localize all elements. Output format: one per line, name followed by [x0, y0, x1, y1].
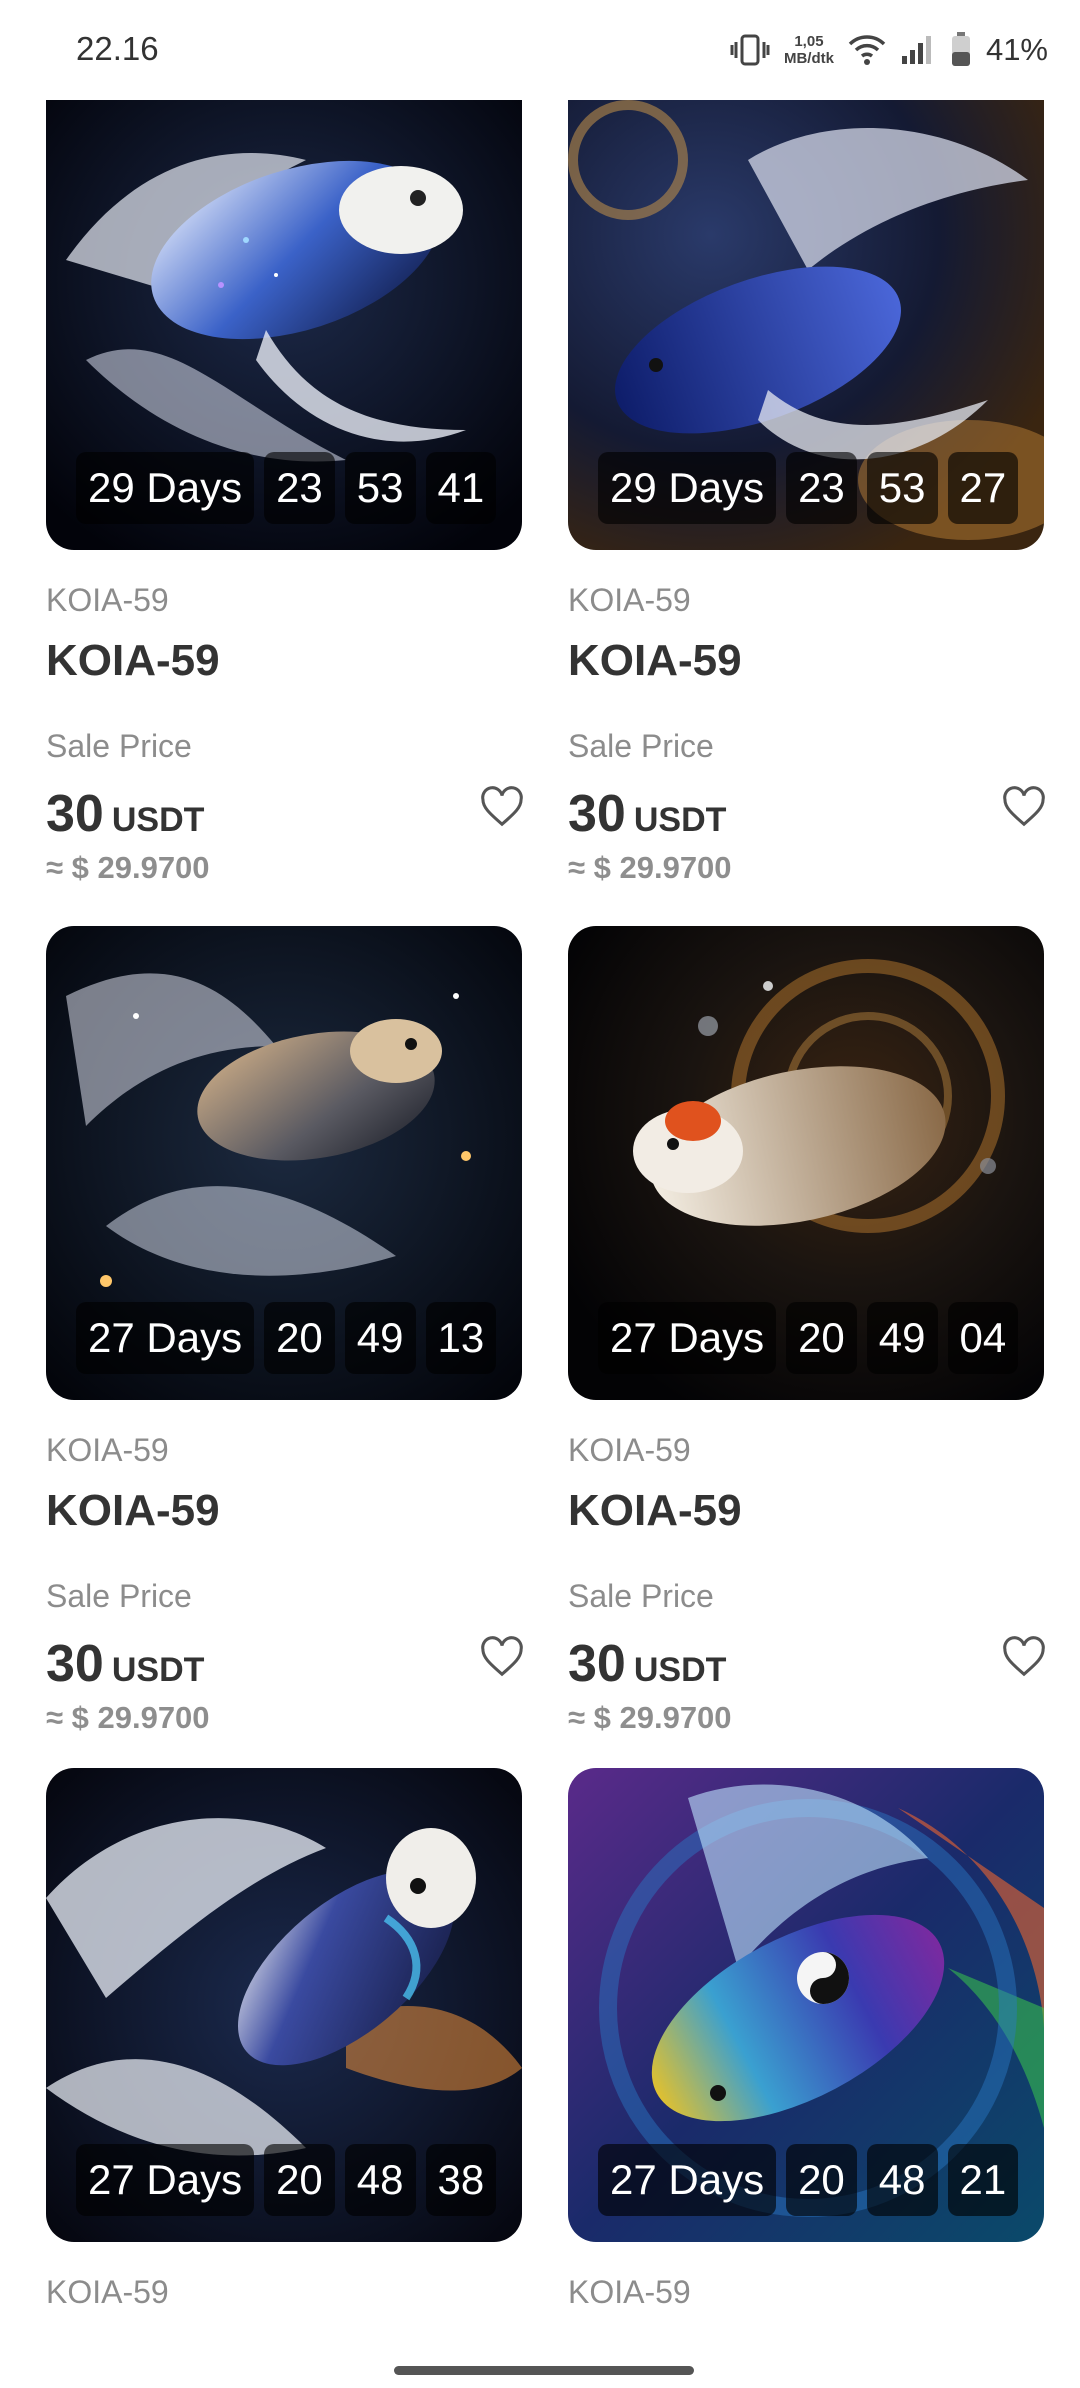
nft-card[interactable]: 27 Days 20 48 38 KOIA-59 — [46, 1768, 522, 2328]
collection-name: KOIA-59 — [568, 582, 691, 618]
network-speed-value: 1,05 — [794, 33, 824, 50]
countdown-timer: 27 Days 20 48 38 — [76, 2144, 497, 2216]
countdown-timer: 29 Days 23 53 41 — [76, 452, 497, 524]
price: 30 USDT — [46, 784, 204, 844]
collection-name: KOIA-59 — [568, 1432, 691, 1468]
price-amount: 30 — [568, 785, 626, 843]
status-time: 22.16 — [76, 30, 159, 67]
price-usd-approx: ≈ $ 29.9700 — [568, 850, 732, 885]
price-usd-approx: ≈ $ 29.9700 — [568, 1700, 732, 1735]
nft-artwork[interactable]: 29 Days 23 53 41 — [46, 100, 522, 550]
price-currency: USDT — [633, 801, 727, 839]
wifi-icon — [848, 35, 886, 65]
favorite-heart-icon[interactable] — [479, 786, 525, 828]
collection-name: KOIA-59 — [46, 582, 169, 618]
timer-days: 27 Days — [598, 1302, 777, 1374]
collection-name: KOIA-59 — [46, 1432, 169, 1468]
network-speed-unit: MB/dtk — [783, 50, 834, 67]
price-usd-approx: ≈ $ 29.9700 — [46, 1700, 210, 1735]
price-label: Sale Price — [46, 728, 192, 764]
favorite-heart-icon[interactable] — [479, 1636, 525, 1678]
nft-artwork[interactable]: 27 Days 20 48 38 — [46, 1768, 522, 2242]
timer-days: 29 Days — [76, 452, 255, 524]
nft-artwork[interactable]: 27 Days 20 49 13 — [46, 926, 522, 1400]
nft-title: KOIA-59 — [568, 636, 742, 685]
countdown-timer: 27 Days 20 48 21 — [598, 2144, 1019, 2216]
nft-grid: 29 Days 23 53 41 KOIA-59 KOIA-59 Sale Pr… — [0, 0, 1080, 2388]
timer-hours: 20 — [786, 1302, 857, 1374]
price-amount: 30 — [46, 1635, 104, 1693]
nft-artwork[interactable]: 27 Days 20 48 21 — [568, 1768, 1044, 2242]
timer-seconds: 41 — [425, 452, 497, 524]
home-indicator[interactable] — [394, 2366, 694, 2375]
timer-days: 27 Days — [76, 2144, 255, 2216]
status-bar: 22.16 1,05 MB/dtk 41% — [0, 0, 1080, 100]
nft-card[interactable]: 27 Days 20 49 04 KOIA-59 KOIA-59 Sale Pr… — [568, 926, 1047, 1735]
nft-title: KOIA-59 — [46, 1486, 220, 1535]
timer-hours: 20 — [264, 2144, 335, 2216]
network-speed: 1,05 MB/dtk — [784, 33, 834, 67]
timer-seconds: 13 — [425, 1302, 497, 1374]
timer-minutes: 49 — [866, 1302, 938, 1374]
price-label: Sale Price — [568, 728, 714, 764]
timer-days: 29 Days — [598, 452, 777, 524]
price-label: Sale Price — [46, 1578, 192, 1614]
nft-title: KOIA-59 — [568, 1486, 742, 1535]
timer-days: 27 Days — [76, 1302, 255, 1374]
timer-minutes: 49 — [344, 1302, 416, 1374]
price-amount: 30 — [46, 785, 104, 843]
vibrate-icon — [730, 34, 770, 66]
timer-hours: 20 — [264, 1302, 335, 1374]
nft-artwork[interactable]: 27 Days 20 49 04 — [568, 926, 1044, 1400]
timer-minutes: 48 — [866, 2144, 938, 2216]
countdown-timer: 27 Days 20 49 13 — [76, 1302, 497, 1374]
timer-seconds: 27 — [947, 452, 1019, 524]
timer-hours: 23 — [264, 452, 335, 524]
countdown-timer: 29 Days 23 53 27 — [598, 452, 1019, 524]
price-currency: USDT — [111, 1651, 205, 1689]
price: 30 USDT — [46, 1634, 204, 1694]
nft-artwork[interactable]: 29 Days 23 53 27 — [568, 100, 1044, 550]
timer-minutes: 48 — [344, 2144, 416, 2216]
price-usd-approx: ≈ $ 29.9700 — [46, 850, 210, 885]
nft-title: KOIA-59 — [46, 636, 220, 685]
collection-name: KOIA-59 — [568, 2274, 691, 2310]
countdown-timer: 27 Days 20 49 04 — [598, 1302, 1019, 1374]
favorite-heart-icon[interactable] — [1001, 786, 1047, 828]
nft-card[interactable]: 27 Days 20 48 21 KOIA-59 — [568, 1768, 1044, 2328]
battery-percent: 41% — [985, 32, 1048, 67]
timer-seconds: 21 — [947, 2144, 1019, 2216]
timer-days: 27 Days — [598, 2144, 777, 2216]
battery-icon — [951, 32, 970, 66]
timer-hours: 20 — [786, 2144, 857, 2216]
price: 30 USDT — [568, 784, 726, 844]
timer-minutes: 53 — [344, 452, 416, 524]
price-currency: USDT — [111, 801, 205, 839]
timer-seconds: 38 — [425, 2144, 497, 2216]
nft-card[interactable]: 29 Days 23 53 41 KOIA-59 KOIA-59 Sale Pr… — [46, 100, 525, 890]
price-label: Sale Price — [568, 1578, 714, 1614]
favorite-heart-icon[interactable] — [1001, 1636, 1047, 1678]
timer-minutes: 53 — [866, 452, 938, 524]
signal-icon — [901, 36, 931, 64]
collection-name: KOIA-59 — [46, 2274, 169, 2310]
nft-card[interactable]: 27 Days 20 49 13 KOIA-59 KOIA-59 Sale Pr… — [46, 926, 525, 1735]
price-currency: USDT — [633, 1651, 727, 1689]
nft-card[interactable]: 29 Days 23 53 27 KOIA-59 KOIA-59 Sale Pr… — [568, 100, 1047, 890]
price: 30 USDT — [568, 1634, 726, 1694]
price-amount: 30 — [568, 1635, 626, 1693]
timer-hours: 23 — [786, 452, 857, 524]
timer-seconds: 04 — [947, 1302, 1019, 1374]
status-icons: 1,05 MB/dtk 41% — [730, 24, 1048, 76]
